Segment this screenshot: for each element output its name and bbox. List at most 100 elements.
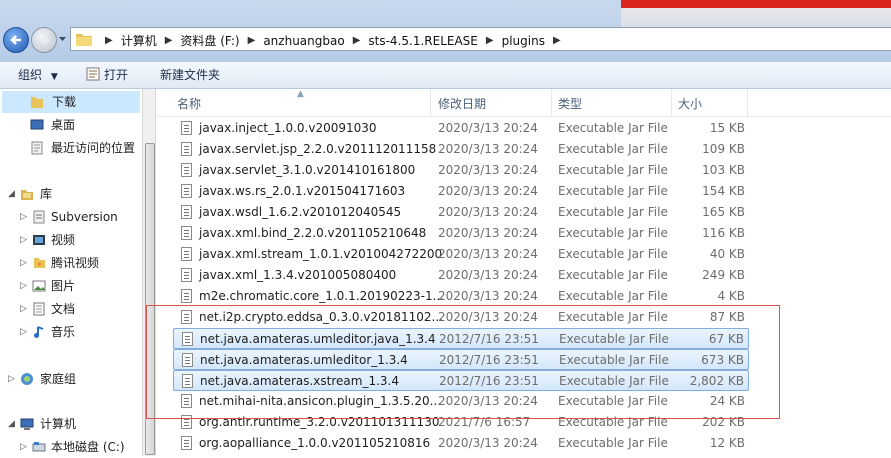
scrollbar-thumb[interactable]: [145, 143, 155, 455]
file-name: javax.servlet.jsp_2.2.0.v201112011158: [199, 142, 437, 156]
file-name: m2e.chromatic.core_1.0.1.20190223-1...: [199, 289, 445, 303]
file-row[interactable]: net.java.amateras.xstream_1.3.4 2012/7/16…: [173, 370, 749, 391]
file-type: Executable Jar File: [559, 353, 669, 367]
file-row[interactable]: javax.inject_1.0.0.v20091030 2020/3/13 20…: [173, 118, 749, 139]
file-date: 2020/3/13 20:24: [438, 205, 538, 219]
file-row[interactable]: net.i2p.crypto.eddsa_0.3.0.v20181102... 2…: [173, 307, 749, 328]
breadcrumb-anzhuangbao[interactable]: anzhuangbao: [263, 34, 344, 48]
new-folder-button[interactable]: 新建文件夹: [160, 66, 220, 84]
file-row[interactable]: javax.servlet.jsp_2.2.0.v201112011158 202…: [173, 139, 749, 160]
expand-arrow-icon[interactable]: ▷: [20, 321, 27, 343]
expand-arrow-icon[interactable]: ▷: [20, 436, 27, 458]
breadcrumb-separator-icon[interactable]: ▶: [553, 35, 561, 46]
nav-label: 家庭组: [40, 372, 77, 386]
jar-file-icon: [181, 184, 192, 198]
file-date: 2020/3/13 20:24: [438, 436, 538, 450]
column-header-size[interactable]: 大小: [678, 95, 702, 112]
jar-file-icon: [181, 247, 192, 261]
file-size: 116 KB: [702, 226, 745, 240]
file-size: 103 KB: [702, 163, 745, 177]
new-folder-label: 新建文件夹: [160, 68, 221, 82]
organize-button[interactable]: 组织 ▼: [18, 66, 58, 84]
collapse-arrow-icon[interactable]: ◢: [8, 413, 15, 435]
file-size: 165 KB: [702, 205, 745, 219]
column-divider[interactable]: [747, 89, 748, 116]
music-icon: [34, 326, 44, 338]
file-date: 2012/7/16 23:51: [439, 353, 539, 367]
file-name: javax.xml.stream_1.0.1.v201004272200: [199, 247, 443, 261]
breadcrumb-plugins[interactable]: plugins: [502, 34, 545, 48]
back-button[interactable]: [3, 27, 29, 53]
nav-label: 库: [40, 187, 53, 201]
breadcrumb-separator-icon[interactable]: ▶: [105, 35, 113, 46]
column-header-date[interactable]: 修改日期: [438, 95, 486, 112]
file-size: 67 KB: [708, 332, 744, 346]
file-date: 2020/3/13 20:24: [438, 121, 538, 135]
file-row[interactable]: javax.wsdl_1.6.2.v201012040545 2020/3/13 …: [173, 202, 749, 223]
file-row[interactable]: net.java.amateras.umleditor.java_1.3.4 20…: [173, 328, 749, 349]
file-date: 2020/3/13 20:24: [438, 142, 538, 156]
file-row[interactable]: javax.ws.rs_2.0.1.v201504171603 2020/3/13…: [173, 181, 749, 202]
breadcrumb-drive-f[interactable]: 资料盘 (F:): [180, 32, 239, 49]
file-name: net.java.amateras.xstream_1.3.4: [200, 374, 399, 388]
file-date: 2020/3/13 20:24: [438, 289, 538, 303]
recent-pages-dropdown-icon[interactable]: [58, 34, 67, 43]
column-divider[interactable]: [551, 89, 552, 116]
expand-arrow-icon[interactable]: ▷: [20, 229, 27, 251]
open-button[interactable]: 打开: [86, 66, 128, 84]
file-type: Executable Jar File: [558, 205, 668, 219]
breadcrumb-separator-icon[interactable]: ▶: [165, 35, 173, 46]
file-date: 2020/3/13 20:24: [438, 226, 538, 240]
breadcrumb-separator-icon[interactable]: ▶: [248, 35, 256, 46]
file-row[interactable]: m2e.chromatic.core_1.0.1.20190223-1... 20…: [173, 286, 749, 307]
forward-button[interactable]: [31, 27, 57, 53]
column-header-name[interactable]: 名称: [177, 95, 201, 112]
file-row[interactable]: javax.xml.bind_2.2.0.v201105210648 2020/3…: [173, 223, 749, 244]
column-divider[interactable]: [671, 89, 672, 116]
column-divider[interactable]: [430, 89, 431, 116]
jar-file-icon: [181, 205, 192, 219]
expand-arrow-icon[interactable]: ▷: [20, 252, 27, 274]
breadcrumb-sts-release[interactable]: sts-4.5.1.RELEASE: [368, 34, 477, 48]
nav-label: 文档: [51, 302, 76, 316]
breadcrumb-separator-icon[interactable]: ▶: [353, 35, 361, 46]
file-row[interactable]: javax.xml_1.3.4.v201005080400 2020/3/13 2…: [173, 265, 749, 286]
address-bar[interactable]: ▶ 计算机 ▶ 资料盘 (F:) ▶ anzhuangbao ▶ sts-4.5…: [70, 27, 891, 51]
expand-arrow-icon[interactable]: ▷: [20, 206, 27, 228]
file-row[interactable]: org.antlr.runtime_3.2.0.v201101311130 202…: [173, 412, 749, 433]
file-date: 2021/7/6 16:57: [438, 415, 531, 429]
file-name: javax.inject_1.0.0.v20091030: [199, 121, 377, 135]
file-size: 249 KB: [702, 268, 745, 282]
expand-arrow-icon[interactable]: ▷: [20, 298, 27, 320]
file-row[interactable]: org.aopalliance_1.0.0.v201105210816 2020/…: [173, 433, 749, 454]
navigation-scrollbar[interactable]: [142, 89, 156, 456]
file-row[interactable]: javax.servlet_3.1.0.v201410161800 2020/3/…: [173, 160, 749, 181]
nav-label: 本地磁盘 (C:): [51, 440, 125, 454]
file-type: Executable Jar File: [559, 332, 669, 346]
hard-drive-icon: [32, 442, 46, 452]
file-size: 202 KB: [702, 415, 745, 429]
expand-arrow-icon[interactable]: ▷: [8, 368, 15, 390]
organize-label: 组织: [18, 68, 43, 82]
jar-file-icon: [181, 121, 192, 135]
file-name: javax.xml.bind_2.2.0.v201105210648: [199, 226, 427, 240]
expand-arrow-icon[interactable]: ▷: [20, 275, 27, 297]
nav-label: Subversion: [51, 210, 118, 224]
nav-item-downloads[interactable]: 下载: [2, 91, 140, 113]
folder-icon: [31, 97, 43, 108]
collapse-arrow-icon[interactable]: ◢: [8, 183, 15, 205]
breadcrumb-separator-icon[interactable]: ▶: [486, 35, 494, 46]
breadcrumb-computer[interactable]: 计算机: [121, 32, 157, 49]
pictures-icon: [32, 280, 46, 292]
file-row[interactable]: javax.xml.stream_1.0.1.v201004272200 2020…: [173, 244, 749, 265]
forward-arrow-icon: [39, 35, 50, 45]
column-header-type[interactable]: 类型: [558, 95, 582, 112]
file-type: Executable Jar File: [558, 310, 668, 324]
file-type: Executable Jar File: [558, 142, 668, 156]
file-row[interactable]: net.mihai-nita.ansicon.plugin_1.3.5.20..…: [173, 391, 749, 412]
jar-file-icon: [181, 268, 192, 282]
file-date: 2020/3/13 20:24: [438, 268, 538, 282]
file-type: Executable Jar File: [558, 184, 668, 198]
documents-icon: [33, 302, 45, 316]
file-row[interactable]: net.java.amateras.umleditor_1.3.4 2012/7/…: [173, 349, 749, 370]
